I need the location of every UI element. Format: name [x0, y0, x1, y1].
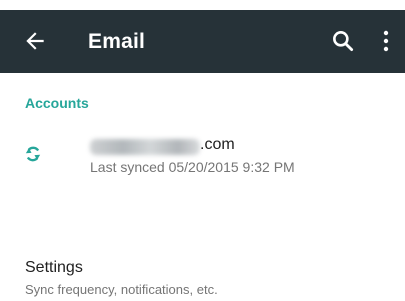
more-vert-icon[interactable]: [380, 28, 392, 54]
settings-title: Settings: [25, 259, 83, 276]
account-email-domain: .com: [200, 136, 235, 153]
sync-icon: [25, 146, 41, 162]
app-bar: Email: [0, 10, 405, 73]
account-list-item[interactable]: .com Last synced 05/20/2015 9:32 PM: [0, 135, 405, 191]
account-last-synced: Last synced 05/20/2015 9:32 PM: [90, 159, 295, 175]
settings-subtitle: Sync frequency, notifications, etc.: [25, 282, 218, 297]
app-bar-title: Email: [88, 30, 146, 53]
arrow-back-icon[interactable]: [22, 28, 48, 54]
account-email-redacted: [90, 139, 200, 155]
settings-list-item[interactable]: Settings Sync frequency, notifications, …: [0, 255, 405, 301]
accounts-section-header: Accounts: [25, 95, 89, 111]
search-icon[interactable]: [330, 28, 356, 54]
